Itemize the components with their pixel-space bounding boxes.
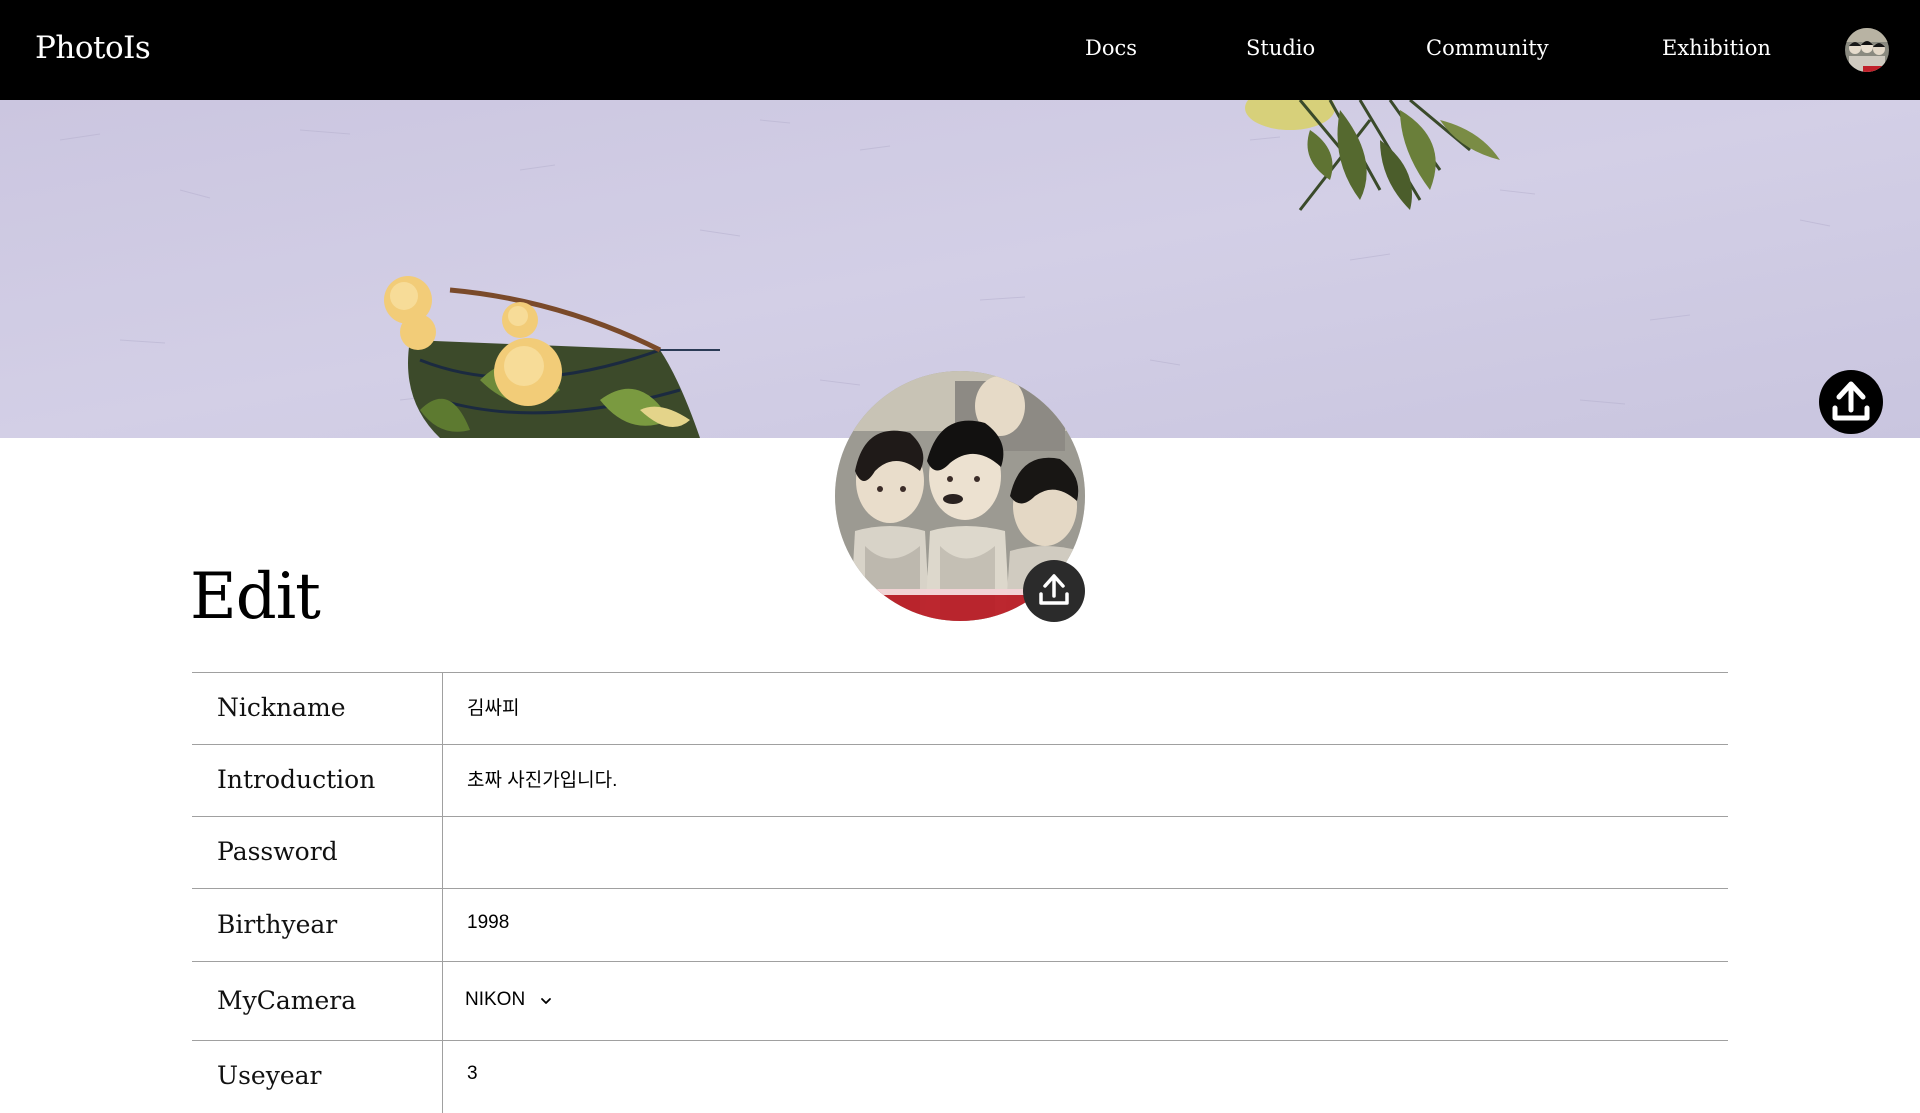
nav-link-exhibition[interactable]: Exhibition — [1662, 36, 1771, 60]
app-logo[interactable]: PhotoIs — [35, 30, 151, 66]
nav-link-community[interactable]: Community — [1426, 36, 1549, 60]
column-divider — [442, 889, 443, 962]
password-input[interactable] — [467, 839, 1667, 861]
useyear-label: Useyear — [217, 1061, 322, 1090]
useyear-input[interactable] — [467, 1063, 1667, 1085]
introduction-input[interactable] — [467, 767, 1667, 789]
form-row-useyear: Useyear — [192, 1040, 1728, 1113]
page-title: Edit — [190, 560, 321, 634]
upload-icon — [1039, 574, 1069, 605]
column-divider — [442, 1041, 443, 1113]
password-label: Password — [217, 837, 338, 866]
form-row-birthyear: Birthyear — [192, 888, 1728, 962]
birthyear-label: Birthyear — [217, 910, 338, 939]
user-avatar[interactable] — [1845, 28, 1889, 72]
upload-icon — [1832, 381, 1870, 421]
form-row-introduction: Introduction — [192, 744, 1728, 817]
camera-select[interactable]: NIKON — [465, 989, 552, 1011]
column-divider — [442, 962, 443, 1041]
profile-upload-button[interactable] — [1023, 560, 1085, 622]
chevron-down-icon — [540, 989, 552, 1011]
banner-upload-button[interactable] — [1819, 370, 1883, 434]
camera-select-value: NIKON — [465, 989, 526, 1011]
form-row-mycamera: MyCamera NIKON — [192, 961, 1728, 1041]
introduction-label: Introduction — [217, 765, 376, 794]
column-divider — [442, 745, 443, 817]
top-navbar: PhotoIs Docs Studio Community Exhibition — [0, 0, 1920, 100]
nav-link-docs[interactable]: Docs — [1085, 36, 1137, 60]
column-divider — [442, 817, 443, 889]
birthyear-input[interactable] — [467, 912, 1667, 934]
mycamera-label: MyCamera — [217, 986, 357, 1015]
nickname-input[interactable] — [467, 695, 1667, 717]
form-row-password: Password — [192, 816, 1728, 889]
column-divider — [442, 673, 443, 745]
avatar-image — [1845, 28, 1889, 72]
nickname-label: Nickname — [217, 693, 346, 722]
nav-link-studio[interactable]: Studio — [1246, 36, 1315, 60]
form-row-nickname: Nickname — [192, 672, 1728, 745]
